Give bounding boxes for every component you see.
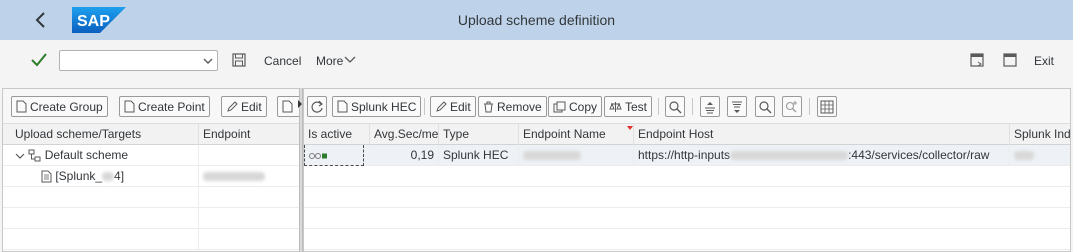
copy-icon (553, 101, 566, 112)
copy-button[interactable]: Copy (548, 96, 603, 117)
column-header[interactable]: Endpoint (199, 124, 299, 145)
tree-root-label: Default scheme (44, 148, 129, 162)
avg-cell: 0,19 (370, 145, 439, 166)
table-row-empty (304, 208, 1070, 229)
left-panel-toolbar: Create Group Create Point Edit (3, 89, 299, 124)
more-button[interactable]: More (316, 54, 343, 68)
table-icon (820, 100, 834, 113)
tree-node: [Splunk_ 4] (37, 166, 199, 187)
find-next-icon (785, 100, 797, 112)
create-group-button[interactable]: Create Group (11, 96, 108, 117)
sort-ascending-button[interactable] (700, 96, 720, 117)
splunk-hec-label: Splunk HEC (351, 99, 417, 114)
grid-header: Is active Avg.Sec/me Type Endpoint Name … (304, 124, 1070, 145)
create-group-label: Create Group (30, 99, 103, 114)
document-icon (282, 100, 293, 113)
window-icon[interactable] (1003, 53, 1017, 67)
zoom-icon (669, 100, 682, 113)
endpoint-cell (199, 166, 299, 187)
refresh-icon (311, 100, 323, 113)
right-panel-toolbar: Splunk HEC Edit Remove Copy Test (304, 89, 1070, 124)
endpoint-name-cell (519, 145, 634, 166)
check-icon[interactable] (30, 51, 48, 69)
is-active-cell[interactable] (304, 145, 364, 166)
shell-header: SAP Upload scheme definition (0, 0, 1073, 40)
save-icon[interactable] (232, 53, 246, 67)
endpoint-cell (199, 145, 299, 166)
chevron-down-icon[interactable] (344, 55, 356, 65)
edit-label: Edit (241, 99, 262, 114)
remove-label: Remove (497, 99, 542, 114)
find-next-button[interactable] (782, 96, 802, 117)
command-field[interactable] (59, 50, 218, 71)
edit-button[interactable]: Edit (221, 96, 267, 117)
refresh-button[interactable] (307, 96, 327, 117)
details-button[interactable] (665, 96, 685, 117)
sort-indicator-icon (627, 126, 633, 130)
trash-icon (484, 101, 493, 112)
table-row-empty (304, 187, 1070, 208)
layout-button[interactable] (817, 96, 837, 117)
sort-ascending-icon (705, 101, 715, 113)
cancel-button[interactable]: Cancel (264, 54, 301, 68)
column-header[interactable]: Upload scheme/Targets (11, 124, 199, 145)
type-cell: Splunk HEC (439, 145, 519, 166)
document-icon (16, 100, 27, 113)
tree-row-empty (3, 229, 299, 250)
endpoint-host-cell: https://http-inputs :443/services/collect… (634, 145, 1010, 166)
sort-descending-icon (732, 101, 742, 113)
exit-button[interactable]: Exit (1034, 54, 1054, 68)
sort-descending-button[interactable] (727, 96, 747, 117)
tree-row-root[interactable]: Default scheme (3, 145, 299, 166)
chevron-down-icon[interactable] (202, 55, 214, 67)
tree-node: Default scheme (11, 145, 199, 166)
column-header[interactable]: Avg.Sec/me (370, 124, 439, 145)
tree-row-empty (3, 208, 299, 229)
find-button[interactable] (755, 96, 775, 117)
status-indicator-icon (309, 152, 327, 159)
column-header[interactable]: Endpoint Host (634, 124, 1010, 145)
table-row-empty (304, 166, 1070, 187)
column-header[interactable]: Splunk Ind (1010, 124, 1070, 145)
test-button[interactable]: Test (604, 96, 653, 117)
pencil-icon (227, 100, 238, 112)
document-icon (41, 170, 52, 183)
window-layout-icon[interactable] (970, 53, 984, 67)
splunk-hec-button[interactable]: Splunk HEC (332, 96, 422, 117)
column-header[interactable]: Endpoint Name (519, 124, 634, 145)
document-icon (337, 100, 348, 113)
edit-button[interactable]: Edit (430, 96, 476, 117)
endpoint-grid-panel: Splunk HEC Edit Remove Copy Test Is acti… (303, 88, 1071, 252)
column-header[interactable]: Is active (304, 124, 370, 145)
test-label: Test (625, 99, 648, 114)
page-title: Upload scheme definition (457, 12, 616, 28)
column-header[interactable]: Type (439, 124, 519, 145)
table-row[interactable]: 0,19 Splunk HEC https://http-inputs :443/… (304, 145, 1070, 166)
edit-label: Edit (450, 99, 471, 114)
tree-row-child[interactable]: [Splunk_ 4] (3, 166, 299, 187)
tree-header: Upload scheme/Targets Endpoint (3, 124, 299, 145)
overflow-button[interactable] (277, 96, 299, 117)
table-row-empty (304, 229, 1070, 250)
scheme-tree-panel: Create Group Create Point Edit Upload sc… (2, 88, 299, 252)
tree-child-label-suffix: 4] (114, 169, 125, 183)
host-prefix: https://http-inputs (638, 148, 731, 162)
host-suffix: :443/services/collector/raw (848, 148, 990, 162)
copy-label: Copy (569, 99, 598, 114)
create-point-label: Create Point (138, 99, 205, 114)
search-icon (759, 100, 772, 113)
tree-row-empty (3, 187, 299, 208)
main-toolbar: Cancel More Exit (0, 40, 1073, 86)
tree-child-label-prefix: [Splunk_ (55, 169, 103, 183)
splunk-index-cell (1010, 145, 1070, 166)
hierarchy-icon (28, 149, 41, 162)
document-icon (124, 100, 135, 113)
test-icon (609, 101, 622, 112)
chevron-down-icon[interactable] (15, 152, 25, 160)
pencil-icon (436, 100, 447, 112)
create-point-button[interactable]: Create Point (119, 96, 210, 117)
remove-button[interactable]: Remove (478, 96, 547, 117)
